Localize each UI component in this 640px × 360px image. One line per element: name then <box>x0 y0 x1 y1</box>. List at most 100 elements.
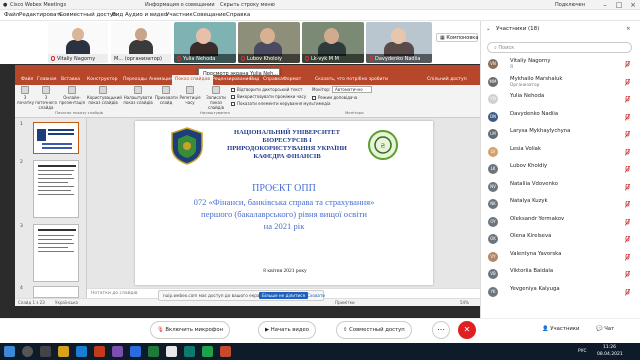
share-button[interactable]: Спільний доступ <box>427 77 467 82</box>
participant-row[interactable]: YN Yulia Nehoda <box>480 91 638 108</box>
tab-design[interactable]: Конструктор <box>87 77 117 82</box>
minimize-icon[interactable]: – <box>598 0 612 10</box>
office-icon[interactable] <box>94 346 105 357</box>
menu-help[interactable]: Справка <box>226 12 250 18</box>
notes-toggle[interactable]: Примітки <box>335 300 355 305</box>
from-current-button[interactable]: З поточного слайда <box>35 86 57 110</box>
video-tile[interactable]: M... (организатор) <box>111 22 171 63</box>
participant-name: Davydenko Nadiia <box>510 110 559 117</box>
participant-row[interactable]: LK Lubov Kholdiy <box>480 161 638 178</box>
avatar: VY <box>488 251 498 262</box>
tab-slideshow[interactable]: Показ слайдов <box>172 75 213 85</box>
participant-row[interactable]: VY Valentyna Yavorska <box>480 249 638 266</box>
participant-row[interactable]: NK Natalya Kuzyk <box>480 196 638 213</box>
participant-row[interactable]: OK Olena Kirelseva <box>480 231 638 248</box>
viber-icon[interactable] <box>112 346 123 357</box>
slide-thumbnail[interactable] <box>33 122 79 154</box>
start-video-button[interactable]: ▶ Начать видео <box>258 321 316 339</box>
task-view-icon[interactable] <box>40 346 51 357</box>
video-tile[interactable]: Davydenko Nadiia <box>366 22 432 63</box>
hide-slide-button[interactable]: Приховати слайд <box>155 86 178 105</box>
menu-share[interactable]: Совместный доступ <box>59 12 117 18</box>
share-content-button[interactable]: ⇧ Совместный доступ <box>336 321 412 339</box>
tab-home[interactable]: Главная <box>37 77 56 82</box>
menu-meeting[interactable]: Совещание <box>193 12 226 18</box>
group-monitors-label: Монітори <box>345 110 364 115</box>
tab-file[interactable]: Файл <box>21 77 33 82</box>
powerpoint-icon[interactable] <box>220 346 231 357</box>
video-tile[interactable]: Lubov Kholoiy <box>238 22 300 63</box>
tile-name: Yulia Nehoda <box>183 56 216 62</box>
unmute-button[interactable]: 🎙 Включить микрофон <box>150 321 231 339</box>
participant-row[interactable]: LV Lesia Voliak <box>480 144 638 161</box>
menu-file[interactable]: Файл <box>4 12 19 18</box>
slide-thumbnail[interactable] <box>33 224 79 282</box>
input-language[interactable]: РУС <box>578 349 587 354</box>
tab-help[interactable]: Справка <box>263 77 283 82</box>
close-icon[interactable]: × <box>626 0 640 10</box>
excel-icon[interactable] <box>148 346 159 357</box>
end-call-button[interactable]: ✕ <box>458 321 476 339</box>
chrome-icon[interactable] <box>166 346 177 357</box>
tab-review[interactable]: Рецензирование <box>212 77 251 82</box>
tab-animation[interactable]: Анимация <box>149 77 173 82</box>
custom-show-button[interactable]: Користувацький показ слайдів <box>87 86 122 105</box>
menu-audio-video[interactable]: Аудио и видео <box>125 12 167 18</box>
menu-edit[interactable]: Редактировать <box>19 12 63 18</box>
record-show-button[interactable]: Записати показ слайдів <box>203 86 229 110</box>
from-beginning-button[interactable]: З початку <box>17 86 34 105</box>
chevron-down-icon[interactable]: ⌄ <box>486 26 491 32</box>
search-icon[interactable] <box>22 346 33 357</box>
stop-sharing-button[interactable]: Більше не ділитися <box>259 292 309 299</box>
slide-thumbnail[interactable] <box>33 286 79 298</box>
participants-toggle-button[interactable]: 👤 Участники <box>542 321 580 339</box>
layout-button[interactable]: ▦ Компоновка <box>436 33 478 42</box>
slide-counter: Слайд 1 з 23 <box>18 300 45 305</box>
presenter-view-checkbox[interactable]: Режим доповідача <box>312 95 357 100</box>
mic-muted-icon <box>625 148 630 156</box>
narration-checkbox[interactable]: Відтворити дикторський текст <box>231 87 302 92</box>
participant-row[interactable]: MM Mykhailo Marshaluk Организатор <box>480 74 638 91</box>
participant-row[interactable]: VN Vitaliy Nagorny Я <box>480 56 638 73</box>
hide-notification-button[interactable]: Сховати <box>307 293 325 298</box>
media-controls-checkbox[interactable]: Показати елементи керування мультимедіа <box>231 101 330 106</box>
tile-name: Davydenko Nadiia <box>375 56 421 62</box>
windows-start-icon[interactable] <box>4 346 15 357</box>
slide-thumbnail[interactable] <box>33 160 79 218</box>
hide-menu-link[interactable]: Скрыть строку меню <box>220 2 275 8</box>
edge-browser-icon[interactable] <box>76 346 87 357</box>
participant-row[interactable]: OY Oleksandr Yermakov <box>480 214 638 231</box>
language-status: Українська <box>55 300 78 305</box>
tell-me-search[interactable]: Сказать, что потрібно зробити <box>315 77 388 82</box>
participant-row[interactable]: YK Yevgeniya Kalyuga <box>480 284 638 301</box>
video-tile[interactable]: Yulia Nehoda <box>174 22 236 63</box>
file-explorer-icon[interactable] <box>58 346 69 357</box>
tab-insert[interactable]: Вставка <box>61 77 80 82</box>
tab-format[interactable]: Формат <box>283 77 301 82</box>
current-slide[interactable]: ₴ НАЦІОНАЛЬНИЙ УНІВЕРСИТЕТ БІОРЕСУРСІВ І… <box>135 121 433 285</box>
webex-icon[interactable] <box>202 346 213 357</box>
maximize-icon[interactable]: □ <box>612 0 626 10</box>
participant-row[interactable]: DN Davydenko Nadiia <box>480 109 638 126</box>
monitor-select[interactable]: Автоматично <box>332 86 372 93</box>
close-panel-icon[interactable]: × <box>626 26 631 32</box>
setup-show-button[interactable]: Налаштувати показ слайдів <box>123 86 153 105</box>
menu-participant[interactable]: Участник <box>166 12 193 18</box>
online-presentation-button[interactable]: Онлайн-презентація <box>59 86 85 105</box>
tab-view[interactable]: Вид <box>250 77 259 82</box>
timings-checkbox[interactable]: Використовувати проміжки часу <box>231 94 306 99</box>
more-options-button[interactable]: ⋯ <box>432 321 450 339</box>
rehearse-timings-button[interactable]: Репетиція часу <box>179 86 201 105</box>
meeting-info-link[interactable]: Информация о совещании <box>145 2 215 8</box>
menu-view[interactable]: Вид <box>112 12 123 18</box>
tab-transitions[interactable]: Переходы <box>123 77 147 82</box>
video-tile[interactable]: Vitaliy Nagorny <box>48 22 108 63</box>
word-icon[interactable] <box>130 346 141 357</box>
clock-date: 08.04.2021 <box>597 352 623 357</box>
video-tile[interactable]: Lk-vyk M M <box>302 22 364 63</box>
participants-search-input[interactable]: ⌕ Поиск <box>487 42 632 53</box>
telegram-icon[interactable] <box>184 346 195 357</box>
participant-row[interactable]: NV Nataliia Vdovenko <box>480 179 638 196</box>
participant-row[interactable]: VB Viktoriia Baidala <box>480 266 638 283</box>
participant-row[interactable]: LM Larysa Mykhaylychyna <box>480 126 638 143</box>
